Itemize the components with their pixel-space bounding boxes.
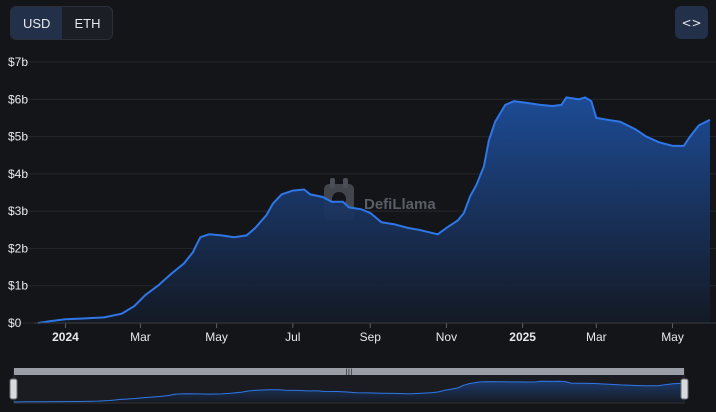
y-tick-label: $3b [8,204,28,218]
y-axis: $0 $1b $2b $3b $4b $5b $6b $7b [8,55,28,330]
drag-grip-icon: ||| [345,368,352,376]
y-tick-label: $4b [8,167,28,181]
y-tick-label: $0 [8,316,22,330]
watermark-text: DefiLlama [364,196,436,213]
x-tick-label: 2025 [509,330,536,344]
y-tick-label: $2b [8,241,28,255]
x-axis: 2024 Mar May Jul Sep Nov 2025 Mar May [34,322,716,344]
range-brush[interactable]: ||| [9,368,689,404]
x-tick-label: Mar [130,330,151,344]
brush-handle-left[interactable] [9,378,18,400]
x-tick-label: Mar [586,330,607,344]
tvl-chart: $0 $1b $2b $3b $4b $5b $6b $7b DefiLlama 2024 Ma… [8,55,716,404]
x-tick-label: May [661,330,684,344]
x-tick-label: Jul [285,330,300,344]
x-tick-label: Nov [436,330,457,344]
x-tick-label: May [205,330,228,344]
y-tick-label: $6b [8,92,28,106]
y-tick-label: $7b [8,55,28,69]
x-tick-label: Sep [360,330,382,344]
brush-handle-right[interactable] [680,378,689,400]
y-tick-label: $5b [8,130,28,144]
y-tick-label: $1b [8,279,28,293]
x-tick-label: 2024 [52,330,79,344]
